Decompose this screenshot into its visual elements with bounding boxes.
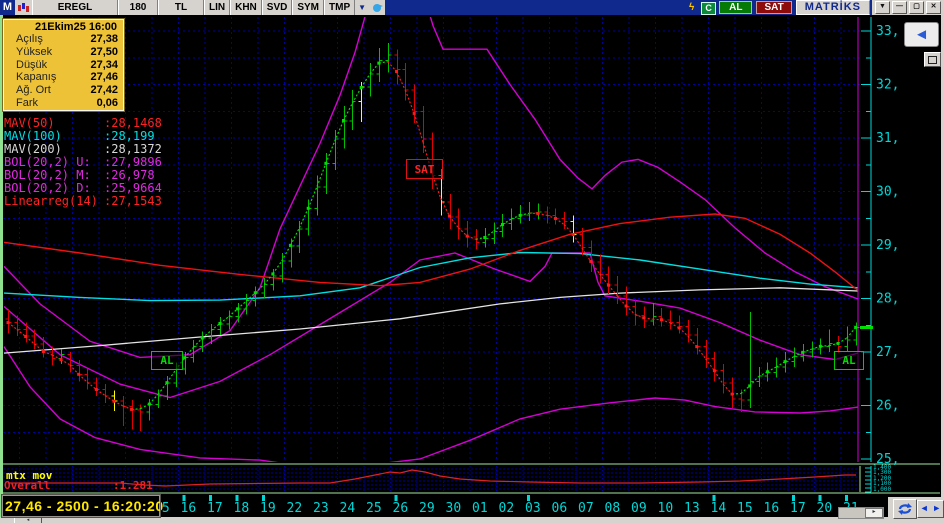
date-axis-label: 10 <box>658 501 674 516</box>
window-controls: ▼ — ▢ ✕ <box>872 0 944 15</box>
date-axis-label: 14 <box>711 501 727 516</box>
buy-signal-marker[interactable]: AL <box>151 351 183 370</box>
brand-logo: MATRİKS <box>795 0 870 15</box>
quote-row: Ağ. Ort 27,42 <box>16 84 118 97</box>
refresh-button[interactable] <box>893 499 917 519</box>
toolbar-buttons: LIN KHN SVD SYM TMP <box>204 0 356 15</box>
date-axis-label: 19 <box>260 501 276 516</box>
sync-icon <box>898 503 912 515</box>
buy-button[interactable]: AL <box>719 1 753 14</box>
date-axis-label: 17 <box>790 501 806 516</box>
indicator-row: Linearreg(14):27,1543 <box>4 194 162 208</box>
restore-panel-button[interactable] <box>924 52 941 67</box>
status-bar: 27,46 - 2500 - 16:20:20 <box>1 494 163 518</box>
price-axis-label: 29, <box>876 238 899 253</box>
date-axis-label: 18 <box>234 501 250 516</box>
currency-field[interactable]: TL <box>158 0 204 15</box>
quote-row: Düşük 27,34 <box>16 58 118 71</box>
toolbar-left: M EREGL 180 TL LIN KHN SVD SYM TMP ▼ <box>0 0 386 15</box>
page-nav-buttons: ◄ ► <box>917 500 944 518</box>
quote-datetime: 21Ekim25 16:00 <box>35 21 117 33</box>
date-axis-label: 01 <box>472 501 488 516</box>
lower-scale-label: 1,000 <box>873 485 892 493</box>
sell-button[interactable]: SAT <box>756 1 792 14</box>
price-axis-label: 31, <box>876 131 899 146</box>
connection-badge[interactable]: C <box>701 1 717 15</box>
price-axis-label: 33, <box>876 24 899 39</box>
nav-left-button[interactable]: ◄ <box>918 501 931 517</box>
horizontal-scrollbar[interactable]: ▸ <box>838 507 884 519</box>
candlestick-icon <box>18 3 29 12</box>
toolbar-button-khn[interactable]: KHN <box>230 0 262 15</box>
indicator-legend: MAV(50):28,1468 MAV(100):28,199 MAV(200):2… <box>4 117 162 208</box>
quote-row: Yüksek 27,50 <box>16 45 118 58</box>
price-axis-label: 28, <box>876 292 899 307</box>
date-axis-label: 17 <box>207 501 223 516</box>
app-logo: M <box>0 0 15 15</box>
buy-signal-marker[interactable]: AL <box>834 351 864 370</box>
date-axis-label: 30 <box>446 501 462 516</box>
date-axis-label: 25 <box>366 501 382 516</box>
date-axis-label: 06 <box>552 501 568 516</box>
minimize-button[interactable]: — <box>892 1 907 14</box>
date-axis-label: 03 <box>525 501 541 516</box>
date-axis-label: 13 <box>684 501 700 516</box>
date-axis-label: 29 <box>419 501 435 516</box>
scroll-back-button[interactable]: ◄ <box>904 22 939 47</box>
nav-right-button[interactable]: ► <box>931 501 944 517</box>
date-axis-label: 15 <box>737 501 753 516</box>
overall-value: :1.281 <box>113 479 153 492</box>
quote-row: Açılış 27,38 <box>16 33 118 45</box>
chart-type-icon[interactable] <box>15 0 32 15</box>
price-axis-label: 27, <box>876 345 899 360</box>
scroll-left-button[interactable]: ◂ <box>14 517 42 523</box>
toolbar-button-lin[interactable]: LIN <box>204 0 231 15</box>
date-axis-label: 02 <box>499 501 515 516</box>
date-axis-label: 22 <box>287 501 303 516</box>
chart-canvas[interactable]: 33,32,31,30,29,28,27,26,25,15 16 17 18 19 22 2… <box>0 15 944 523</box>
matriks-chart-window: M EREGL 180 TL LIN KHN SVD SYM TMP ▼ ϟ C AL … <box>0 0 944 523</box>
date-axis-label: 08 <box>605 501 621 516</box>
sell-signal-marker[interactable]: SAT <box>406 159 443 179</box>
price-axis-label: 26, <box>876 399 899 414</box>
toolbar-button-tmp[interactable]: TMP <box>324 0 356 15</box>
quote-row: Kapanış 27,46 <box>16 71 118 84</box>
window-menu-button[interactable]: ▼ <box>875 1 890 14</box>
titlebar: M EREGL 180 TL LIN KHN SVD SYM TMP ▼ ϟ C AL … <box>0 0 944 15</box>
date-axis-label: 23 <box>313 501 329 516</box>
chevron-down-icon[interactable]: ▼ <box>355 0 370 15</box>
overall-label: Overall <box>4 479 51 492</box>
price-axis-label: 30, <box>876 185 899 200</box>
date-axis-label: 16 <box>181 501 197 516</box>
close-button[interactable]: ✕ <box>926 1 941 14</box>
date-axis-label: 20 <box>817 501 833 516</box>
quote-info-box: 21Ekim25 16:00 Açılış 27,38 Yüksek 27,50 Düş… <box>2 18 125 112</box>
date-axis-label: 07 <box>578 501 594 516</box>
period-input[interactable]: 180 <box>118 0 158 15</box>
lightning-icon[interactable]: ϟ <box>684 1 699 14</box>
quote-row: Fark 0,06 <box>16 96 118 109</box>
restore-icon <box>928 55 937 64</box>
date-axis-label: 26 <box>393 501 409 516</box>
toolbar-button-sym[interactable]: SYM <box>292 0 325 15</box>
overall-indicator: Overall :1.281 <box>4 479 153 492</box>
scrollbar-thumb[interactable]: ▸ <box>865 508 883 518</box>
bottom-strip <box>0 517 944 523</box>
titlebar-spacer <box>385 0 684 15</box>
bird-icon <box>372 3 383 12</box>
date-axis-label: 09 <box>631 501 647 516</box>
date-axis-label: 16 <box>764 501 780 516</box>
symbol-input[interactable]: EREGL <box>32 0 118 15</box>
toolbar-button-svd[interactable]: SVD <box>261 0 293 15</box>
lower-panel-scale: 1,400 1,300 1,200 1,100 1,000 <box>873 464 892 493</box>
last-trade-status: 27,46 - 2500 - 16:20:20 <box>5 498 164 514</box>
price-axis-label: 32, <box>876 78 899 93</box>
quote-rows: Açılış 27,38 Yüksek 27,50 Düşük 27,34 Kapanış 2… <box>4 33 123 110</box>
maximize-button[interactable]: ▢ <box>909 1 924 14</box>
twitter-icon[interactable] <box>369 0 386 15</box>
date-axis-label: 24 <box>340 501 356 516</box>
